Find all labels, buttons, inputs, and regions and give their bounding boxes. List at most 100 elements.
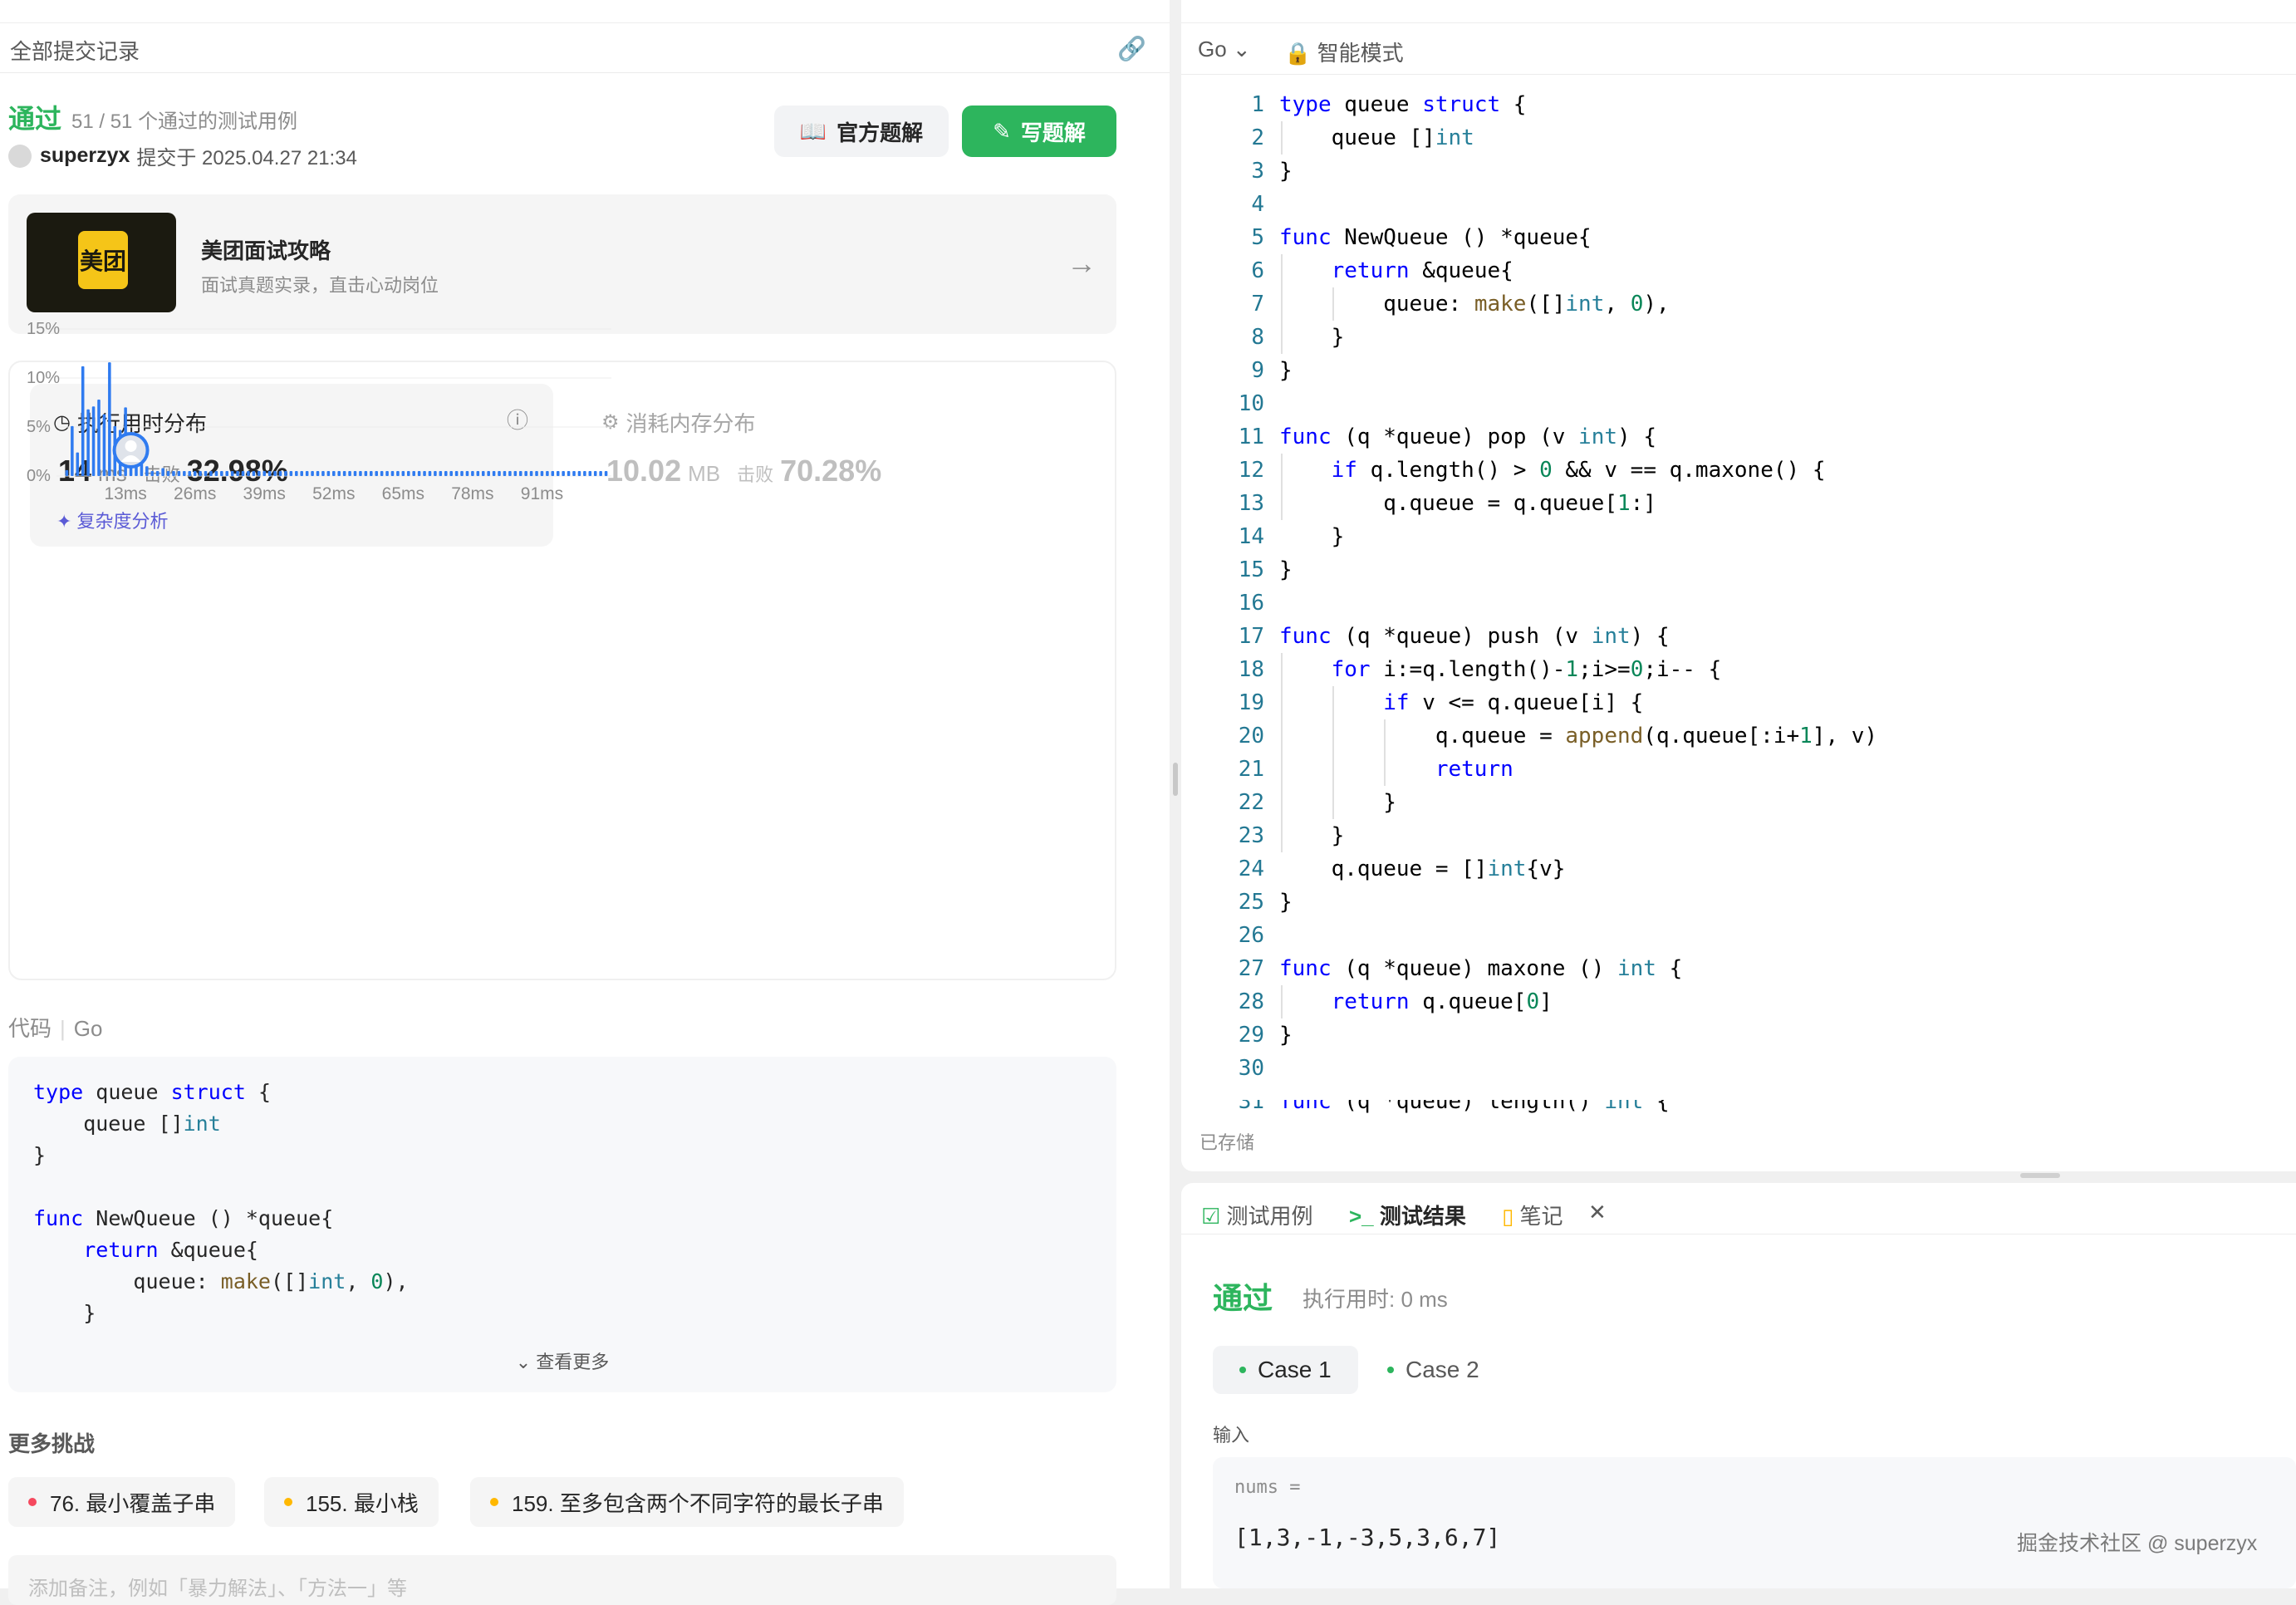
tab-notes[interactable]: ▯ 笔记: [1502, 1200, 1563, 1230]
chart-bar[interactable]: [108, 362, 111, 476]
case-1-tab[interactable]: Case 1: [1213, 1346, 1358, 1394]
chart-bar[interactable]: [583, 471, 586, 476]
chart-bar[interactable]: [434, 471, 437, 476]
chart-bar[interactable]: [529, 471, 533, 476]
case-2-tab[interactable]: Case 2: [1361, 1346, 1506, 1394]
chart-bar[interactable]: [503, 471, 507, 476]
code-preview[interactable]: type queue struct { queue []int } func N…: [8, 1057, 1116, 1392]
chart-bar[interactable]: [209, 471, 213, 476]
chart-bar[interactable]: [476, 471, 480, 476]
chart-bar[interactable]: [604, 471, 608, 476]
chart-bar[interactable]: [267, 471, 272, 476]
runtime-distribution-chart[interactable]: 15%10%5%0%13ms26ms39ms52ms65ms78ms91ms13…: [10, 316, 1115, 665]
chart-bar[interactable]: [508, 471, 512, 476]
challenge-item[interactable]: 76. 最小覆盖子串: [8, 1477, 236, 1527]
chart-bar[interactable]: [449, 471, 453, 476]
chart-bar[interactable]: [487, 471, 490, 476]
chart-bar[interactable]: [406, 471, 410, 476]
chart-bar[interactable]: [252, 471, 256, 476]
official-solution-button[interactable]: 📖 官方题解: [774, 106, 949, 157]
chart-bar[interactable]: [236, 471, 239, 476]
smart-mode[interactable]: 🔒 智能模式: [1284, 37, 1404, 67]
chart-bar[interactable]: [199, 471, 202, 476]
avatar[interactable]: [8, 144, 32, 168]
chart-bar[interactable]: [161, 468, 164, 476]
chart-bar[interactable]: [204, 471, 208, 476]
chart-bar[interactable]: [193, 471, 197, 476]
chart-bar[interactable]: [524, 471, 527, 476]
chart-bar[interactable]: [145, 466, 149, 476]
challenge-item[interactable]: 159. 至多包含两个不同字符的最长子串: [470, 1477, 904, 1527]
ad-banner[interactable]: 美团 美团面试攻略 面试真题实录，直击心动岗位 →: [8, 194, 1116, 334]
chart-bar[interactable]: [300, 471, 303, 476]
challenge-item[interactable]: 155. 最小栈: [264, 1477, 439, 1527]
chart-bar[interactable]: [546, 471, 549, 476]
chart-bar[interactable]: [390, 471, 395, 476]
chart-bar[interactable]: [481, 471, 485, 476]
chart-bar[interactable]: [273, 471, 277, 476]
chart-bar[interactable]: [258, 471, 261, 476]
arrow-right-icon[interactable]: →: [1067, 246, 1096, 281]
chart-bar[interactable]: [247, 471, 250, 476]
chart-bar[interactable]: [326, 471, 331, 476]
chart-bar[interactable]: [91, 406, 96, 476]
chart-bar[interactable]: [562, 471, 565, 476]
chart-bar[interactable]: [86, 409, 90, 476]
chart-bar[interactable]: [556, 471, 560, 476]
chart-bar[interactable]: [172, 471, 175, 476]
chart-bar[interactable]: [551, 471, 555, 476]
chart-bar[interactable]: [177, 471, 181, 476]
chart-bar[interactable]: [353, 471, 357, 476]
chart-bar[interactable]: [278, 471, 282, 476]
chart-bar[interactable]: [311, 471, 314, 476]
tab-testcases[interactable]: ☑ 测试用例: [1201, 1200, 1313, 1230]
chart-bar[interactable]: [593, 471, 597, 476]
chart-bar[interactable]: [81, 366, 85, 476]
chart-bar[interactable]: [71, 425, 74, 476]
chart-bar[interactable]: [396, 471, 400, 476]
chart-bar[interactable]: [214, 471, 218, 476]
username[interactable]: superzyx: [40, 144, 130, 168]
chart-bar[interactable]: [599, 471, 602, 476]
chart-bar[interactable]: [166, 471, 170, 476]
chart-bar[interactable]: [428, 471, 432, 476]
chart-bar[interactable]: [150, 471, 155, 476]
chart-bar[interactable]: [305, 471, 309, 476]
chart-bar[interactable]: [588, 471, 592, 476]
chart-bar[interactable]: [220, 471, 223, 476]
chart-bar[interactable]: [97, 399, 101, 476]
chart-bar[interactable]: [337, 471, 341, 476]
chart-bar[interactable]: [284, 471, 287, 476]
share-link-icon[interactable]: 🔗: [1117, 35, 1146, 62]
chart-bar[interactable]: [380, 471, 384, 476]
chart-bar[interactable]: [417, 471, 421, 476]
chart-bar[interactable]: [241, 471, 245, 476]
chart-bar[interactable]: [316, 471, 320, 476]
chart-bar[interactable]: [439, 471, 443, 476]
chart-bar[interactable]: [444, 471, 448, 476]
chart-bar[interactable]: [348, 471, 351, 476]
close-icon[interactable]: ✕: [1588, 1200, 1607, 1225]
chart-bar[interactable]: [535, 471, 538, 476]
chart-bar[interactable]: [540, 471, 544, 476]
chart-bar[interactable]: [295, 471, 298, 476]
chart-bar[interactable]: [460, 471, 464, 476]
chart-bar[interactable]: [183, 471, 186, 476]
chart-bar[interactable]: [401, 471, 405, 476]
code-editor[interactable]: Go ⌄ 🔒 智能模式 1 2 3 4 5 6 7 8 9 10 11 12 13 14 15 16 17 18 1…: [1181, 0, 2296, 1171]
chart-bar[interactable]: [577, 471, 581, 476]
chart-bar[interactable]: [289, 471, 293, 476]
chart-bar[interactable]: [188, 471, 192, 476]
chart-bar[interactable]: [370, 471, 373, 476]
editor-code[interactable]: type queue struct { queue []int} func Ne…: [1279, 88, 1877, 1118]
chart-bar[interactable]: [465, 471, 469, 476]
language-select[interactable]: Go ⌄: [1198, 37, 1251, 62]
chart-bar[interactable]: [513, 471, 518, 476]
chart-bar[interactable]: [492, 471, 496, 476]
horizontal-splitter[interactable]: [2020, 1173, 2060, 1178]
chart-bar[interactable]: [454, 471, 459, 476]
tab-result[interactable]: >_ 测试结果: [1349, 1200, 1466, 1230]
chart-bar[interactable]: [225, 471, 229, 476]
chart-bar[interactable]: [572, 471, 576, 476]
view-more-button[interactable]: ⌄ 查看更多: [8, 1347, 1116, 1374]
